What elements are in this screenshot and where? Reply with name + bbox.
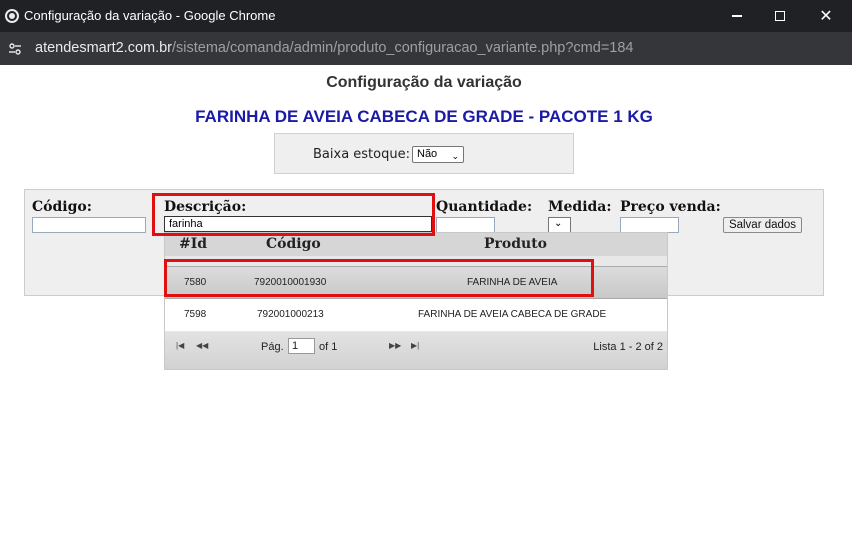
quantidade-label: Quantidade: (436, 199, 533, 215)
codigo-input[interactable] (32, 217, 146, 233)
baixa-estoque-select[interactable]: Não ⌄ (412, 146, 464, 163)
url-text[interactable]: atendesmart2.com.br/sistema/comanda/admi… (35, 40, 634, 56)
prev-page-icon[interactable]: ◀◀ (196, 341, 208, 350)
product-title: FARINHA DE AVEIA CABECA DE GRADE - PACOT… (195, 107, 653, 126)
url-host: atendesmart2.com.br (35, 40, 173, 56)
page-content: Configuração da variação FARINHA DE AVEI… (0, 65, 852, 546)
highlight-selected-row (164, 259, 594, 297)
codigo-label: Código: (32, 199, 92, 215)
maximize-icon (775, 11, 785, 21)
tune-icon[interactable] (8, 42, 22, 56)
preco-label: Preço venda: (620, 199, 721, 215)
header-produto: Produto (484, 236, 548, 252)
header-id: #Id (179, 236, 208, 252)
chevron-down-icon: ⌄ (451, 151, 459, 161)
url-path: /sistema/comanda/admin/produto_configura… (172, 40, 634, 56)
page-title: Configuração da variação (326, 74, 522, 91)
page-of-label: of 1 (319, 341, 338, 353)
grid-pager: |◀ ◀◀ Pág. 1 of 1 ▶▶ ▶| Lista 1 - 2 of 2 (165, 332, 667, 369)
minimize-button[interactable] (714, 0, 760, 32)
baixa-estoque-value: Não (417, 148, 438, 160)
row-codigo: 792001000213 (257, 309, 324, 320)
page-label: Pág. (261, 341, 284, 353)
address-bar[interactable]: atendesmart2.com.br/sistema/comanda/admi… (0, 32, 852, 65)
autocomplete-grid: #Id Código Produto 7580 7920010001930 FA… (164, 232, 668, 370)
chrome-icon (5, 9, 19, 23)
save-button[interactable]: Salvar dados (723, 217, 802, 233)
window-title: Configuração da variação - Google Chrome (24, 8, 276, 23)
close-icon: ✕ (819, 6, 833, 25)
first-page-icon[interactable]: |◀ (176, 341, 184, 350)
baixa-estoque-box: Baixa estoque: Não ⌄ (274, 133, 574, 174)
row-produto: FARINHA DE AVEIA CABECA DE GRADE (418, 309, 607, 320)
maximize-button[interactable] (757, 0, 803, 32)
quantidade-input[interactable] (436, 217, 495, 233)
baixa-estoque-label: Baixa estoque: (313, 147, 410, 162)
window-titlebar: Configuração da variação - Google Chrome… (0, 0, 852, 32)
close-button[interactable]: ✕ (803, 0, 849, 32)
preco-input[interactable] (620, 217, 679, 233)
table-row[interactable]: 7598 792001000213 FARINHA DE AVEIA CABEC… (165, 299, 667, 331)
page-number-input[interactable]: 1 (288, 338, 315, 354)
chevron-down-icon: ⌄ (554, 218, 563, 229)
pager-info: Lista 1 - 2 of 2 (593, 341, 663, 353)
next-page-icon[interactable]: ▶▶ (389, 341, 401, 350)
last-page-icon[interactable]: ▶| (411, 341, 419, 350)
header-codigo: Código (266, 236, 321, 252)
medida-label: Medida: (548, 199, 612, 215)
medida-select[interactable]: ⌄ (548, 217, 571, 233)
row-id: 7598 (184, 309, 207, 320)
highlight-descricao (152, 193, 435, 236)
grid-header: #Id Código Produto (165, 233, 667, 256)
minimize-icon (732, 15, 742, 17)
